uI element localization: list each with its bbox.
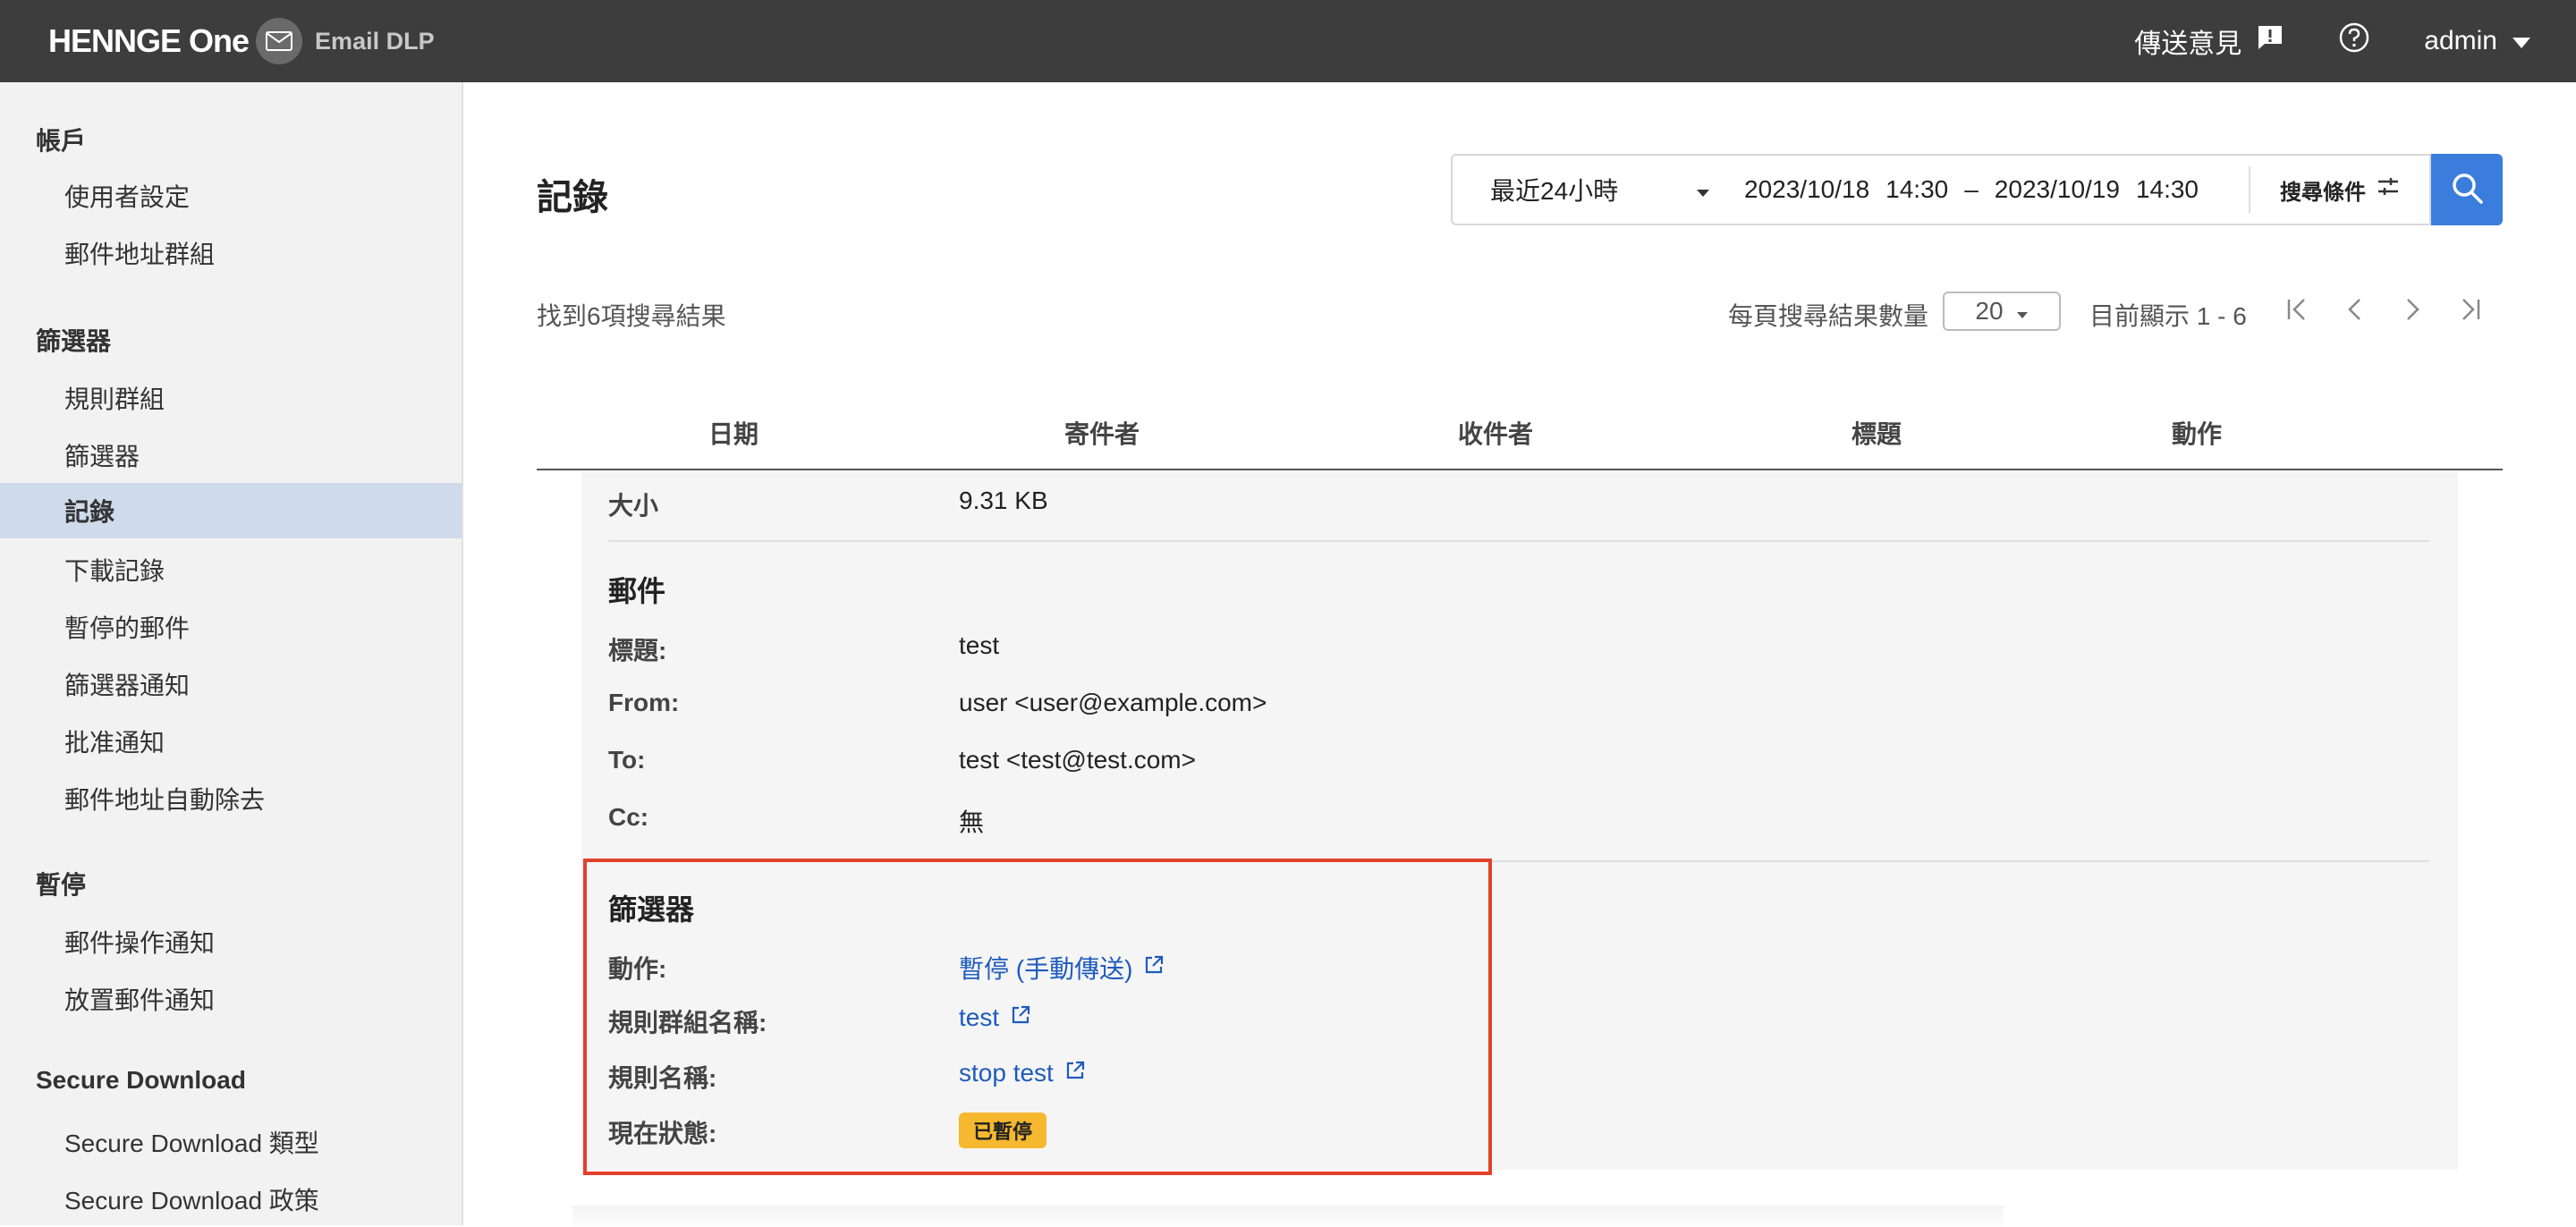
column-subject[interactable]: 標題 <box>1852 415 1902 451</box>
search-conditions-label: 搜尋條件 <box>2280 180 2366 205</box>
sidebar-item-user-settings[interactable]: 使用者設定 <box>0 168 462 224</box>
sidebar-item-secure-download-types[interactable]: Secure Download 類型 <box>0 1114 462 1170</box>
last-page-icon[interactable] <box>2454 293 2485 326</box>
cc-value: 無 <box>959 808 985 836</box>
page-title: 記錄 <box>537 178 608 217</box>
subject-label: 標題: <box>608 637 667 664</box>
search-conditions-button[interactable]: 搜尋條件 <box>2250 174 2429 206</box>
first-page-icon[interactable] <box>2283 293 2313 326</box>
sidebar-item-address-groups[interactable]: 郵件地址群組 <box>0 225 462 281</box>
sidebar-group-pause: 暫停 <box>36 871 87 899</box>
pagination <box>2283 293 2485 326</box>
sidebar-item-paused-mail[interactable]: 暫停的郵件 <box>0 599 462 655</box>
next-row-shadow <box>572 1206 2004 1225</box>
sidebar-group-account: 帳戶 <box>36 127 87 155</box>
mail-section-title: 郵件 <box>608 575 666 607</box>
per-page-label: 每頁搜尋結果數量 <box>1728 302 1929 330</box>
sidebar-item-placed-mail-notifications[interactable]: 放置郵件通知 <box>0 971 462 1027</box>
range-select[interactable]: 最近24小時 <box>1453 156 1735 224</box>
chevron-down-icon <box>2512 26 2531 56</box>
sidebar-item-secure-download-policy[interactable]: Secure Download 政策 <box>0 1172 462 1227</box>
subject-value: test <box>959 631 1000 659</box>
mail-icon <box>256 18 303 64</box>
sidebar-item-approval-notifications[interactable]: 批准通知 <box>0 714 462 769</box>
feedback-button[interactable]: 傳送意見 <box>2134 21 2284 61</box>
sidebar-item-download-logs[interactable]: 下載記錄 <box>0 542 462 597</box>
result-count: 找到6項搜尋結果 <box>537 302 726 330</box>
column-sender[interactable]: 寄件者 <box>1064 415 1140 451</box>
sidebar: 帳戶 使用者設定 郵件地址群組 篩選器 規則群組 篩選器 記錄 下載記錄 暫停的… <box>0 82 463 1225</box>
divider <box>608 540 2429 542</box>
sidebar-group-secure-download: Secure Download <box>36 1066 246 1094</box>
date-separator: – <box>1964 175 1979 203</box>
search-icon <box>2450 171 2484 209</box>
sidebar-item-rule-groups[interactable]: 規則群組 <box>0 370 462 426</box>
product-name: Email DLP <box>315 27 435 55</box>
user-name: admin <box>2424 26 2497 55</box>
to-label: To: <box>608 746 646 774</box>
per-page-select[interactable]: 20 <box>1943 292 2061 331</box>
caret-down-icon <box>1696 175 1710 204</box>
column-recipient[interactable]: 收件者 <box>1458 415 1533 451</box>
to-date[interactable]: 2023/10/19 <box>1995 175 2120 204</box>
sidebar-item-logs[interactable]: 記錄 <box>0 483 462 538</box>
brand-name: HENNGE One <box>48 22 250 59</box>
caret-down-icon <box>2016 297 2029 326</box>
feedback-icon <box>2256 23 2284 59</box>
sliders-icon <box>2377 176 2400 204</box>
feedback-label: 傳送意見 <box>2134 30 2242 59</box>
date-range[interactable]: 2023/10/18 14:30 – 2023/10/19 14:30 <box>1735 166 2250 213</box>
from-time[interactable]: 14:30 <box>1885 175 1948 204</box>
brand-logo[interactable]: HENNGE One Email DLP <box>48 18 435 64</box>
column-date[interactable]: 日期 <box>708 415 758 451</box>
range-select-value: 最近24小時 <box>1490 177 1619 205</box>
table-header: 日期 寄件者 收件者 標題 動作 <box>537 399 2503 470</box>
help-icon <box>2338 21 2370 61</box>
to-time[interactable]: 14:30 <box>2136 175 2199 204</box>
top-bar: HENNGE One Email DLP 傳送意見 admin <box>0 0 2576 82</box>
size-value: 9.31 KB <box>959 487 1048 514</box>
showing-range: 目前顯示 1 - 6 <box>2089 302 2247 330</box>
prev-page-icon[interactable] <box>2340 293 2370 326</box>
size-label: 大小 <box>608 492 659 520</box>
column-action[interactable]: 動作 <box>2172 415 2222 451</box>
sidebar-item-mail-operation-notifications[interactable]: 郵件操作通知 <box>0 914 462 969</box>
from-date[interactable]: 2023/10/18 <box>1744 175 1869 204</box>
from-label: From: <box>608 689 680 716</box>
cc-label: Cc: <box>608 803 649 831</box>
sidebar-item-filters[interactable]: 篩選器 <box>0 427 462 483</box>
per-page-value: 20 <box>1975 297 2004 325</box>
search-bar: 最近24小時 2023/10/18 14:30 – 2023/10/19 14:… <box>1451 154 2431 225</box>
to-value: test <test@test.com> <box>959 746 1196 774</box>
highlight-box <box>583 859 1492 1175</box>
sidebar-item-filter-notifications[interactable]: 篩選器通知 <box>0 656 462 712</box>
next-page-icon[interactable] <box>2397 293 2428 326</box>
sidebar-item-auto-remove[interactable]: 郵件地址自動除去 <box>0 771 462 826</box>
user-menu[interactable]: admin <box>2424 26 2531 56</box>
sidebar-group-filter: 篩選器 <box>36 327 112 355</box>
help-button[interactable] <box>2338 21 2370 61</box>
from-value: user <user@example.com> <box>959 689 1267 716</box>
search-button[interactable] <box>2431 154 2503 225</box>
